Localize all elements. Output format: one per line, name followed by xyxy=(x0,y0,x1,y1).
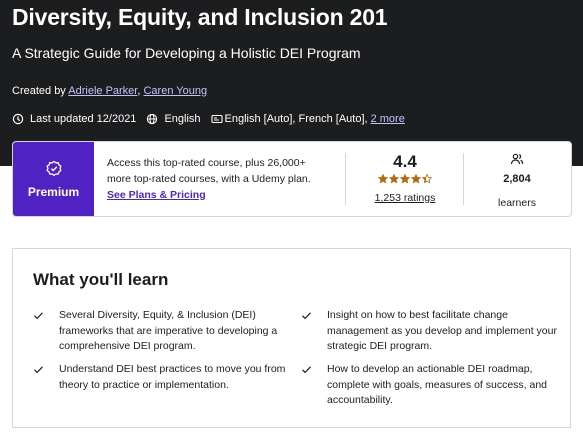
rating-value: 4.4 xyxy=(393,152,417,171)
rating-stars xyxy=(349,174,461,184)
closed-captions-icon xyxy=(210,113,223,125)
course-rating: 4.4 1,253 ratings xyxy=(349,152,461,204)
alert-clock-icon xyxy=(12,113,24,125)
learn-heading: What you'll learn xyxy=(33,270,169,289)
learn-item: How to develop an actionable DEI roadmap… xyxy=(302,362,565,409)
premium-label: Premium xyxy=(27,185,80,199)
check-icon xyxy=(301,310,312,321)
course-subtitle: A Strategic Guide for Developing a Holis… xyxy=(12,45,361,61)
learn-item-text: How to develop an actionable DEI roadmap… xyxy=(327,363,548,406)
course-learners: 2,804 learners xyxy=(463,152,571,209)
people-icon xyxy=(463,152,571,171)
learners-label: learners xyxy=(498,197,536,209)
promo-text: Access this top-rated course, plus 26,00… xyxy=(107,157,311,185)
premium-card: Premium Access this top-rated course, pl… xyxy=(12,141,572,217)
premium-promo: Access this top-rated course, plus 26,00… xyxy=(107,155,327,203)
star-full-icon xyxy=(389,174,399,184)
course-language: English xyxy=(164,113,201,125)
learn-item: Understand DEI best practices to move yo… xyxy=(34,362,297,393)
course-title: Diversity, Equity, and Inclusion 201 xyxy=(12,4,388,30)
learn-item: Several Diversity, Equity, & Inclusion (… xyxy=(34,308,297,355)
instructor-link-1[interactable]: Adriele Parker xyxy=(68,85,137,97)
learn-item-text: Insight on how to best facilitate change… xyxy=(327,309,557,352)
globe-icon xyxy=(146,113,158,125)
star-full-icon xyxy=(411,174,421,184)
star-half-icon xyxy=(422,174,432,184)
learn-item: Insight on how to best facilitate change… xyxy=(302,308,565,355)
premium-badge[interactable]: Premium xyxy=(13,142,94,216)
course-meta: Last updated 12/2021 English English [Au… xyxy=(12,113,405,125)
card-divider xyxy=(345,153,346,205)
see-plans-link[interactable]: See Plans & Pricing xyxy=(107,189,206,201)
ratings-count-link[interactable]: 1,253 ratings xyxy=(349,192,461,204)
instructor-link-2[interactable]: Caren Young xyxy=(143,85,207,97)
learn-item-text: Several Diversity, Equity, & Inclusion (… xyxy=(59,309,278,352)
star-full-icon xyxy=(400,174,410,184)
created-by: Created by Adriele Parker, Caren Young xyxy=(12,85,208,97)
last-updated: Last updated 12/2021 xyxy=(30,113,137,125)
captions-list: English [Auto], French [Auto], xyxy=(224,113,368,125)
star-full-icon xyxy=(378,174,388,184)
what-youll-learn: What you'll learn Several Diversity, Equ… xyxy=(12,248,571,428)
captions-more-link[interactable]: 2 more xyxy=(371,113,405,125)
check-icon xyxy=(301,364,312,375)
check-icon xyxy=(33,310,44,321)
learn-item-text: Understand DEI best practices to move yo… xyxy=(59,363,286,391)
premium-badge-icon xyxy=(44,159,64,179)
created-by-label: Created by xyxy=(12,85,66,97)
check-icon xyxy=(33,364,44,375)
learners-count: 2,804 xyxy=(503,173,531,185)
